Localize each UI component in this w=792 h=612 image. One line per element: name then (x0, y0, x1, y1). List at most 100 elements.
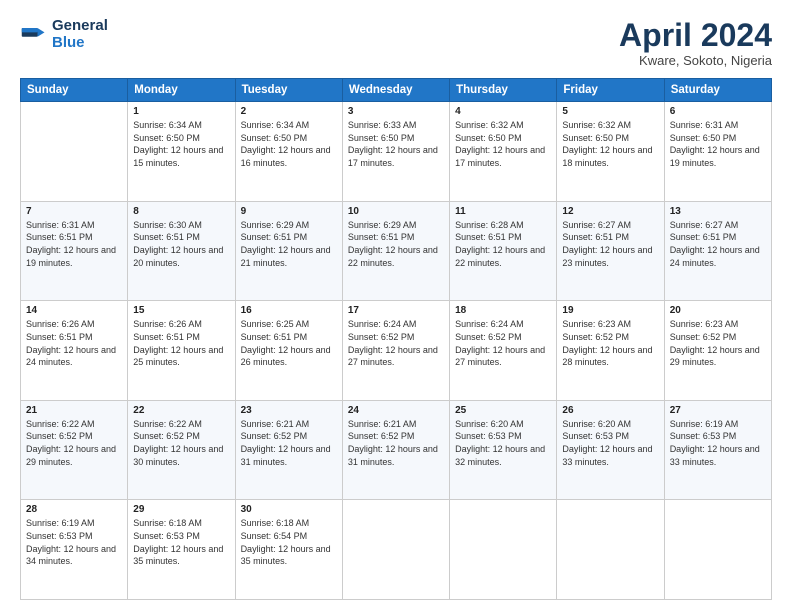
day-info: Sunrise: 6:27 AMSunset: 6:51 PMDaylight:… (562, 219, 658, 269)
week-row-5: 28 Sunrise: 6:19 AMSunset: 6:53 PMDayligh… (21, 500, 772, 600)
day-number: 30 (241, 504, 337, 515)
calendar-cell: 26Sunrise: 6:20 AMSunset: 6:53 PMDayligh… (557, 400, 664, 500)
day-info: Sunrise: 6:19 AMSunset: 6:53 PMDaylight:… (670, 418, 766, 468)
day-info: Sunrise: 6:24 AMSunset: 6:52 PMDaylight:… (348, 318, 444, 368)
day-info: Sunrise: 6:26 AMSunset: 6:51 PMDaylight:… (26, 318, 122, 368)
day-info: Sunrise: 6:19 AMSunset: 6:53 PMDaylight:… (26, 517, 122, 567)
day-info: Sunrise: 6:29 AMSunset: 6:51 PMDaylight:… (241, 219, 337, 269)
calendar-cell: 14 Sunrise: 6:26 AMSunset: 6:51 PMDayligh… (21, 301, 128, 401)
calendar-cell: 9 Sunrise: 6:29 AMSunset: 6:51 PMDaylight… (235, 201, 342, 301)
calendar-cell: 3Sunrise: 6:33 AMSunset: 6:50 PMDaylight… (342, 102, 449, 202)
day-number: 1 (133, 106, 229, 117)
col-header-thursday: Thursday (450, 79, 557, 102)
day-info: Sunrise: 6:21 AMSunset: 6:52 PMDaylight:… (348, 418, 444, 468)
day-info: Sunrise: 6:31 AMSunset: 6:50 PMDaylight:… (670, 119, 766, 169)
day-number: 4 (455, 106, 551, 117)
day-number: 5 (562, 106, 658, 117)
calendar-cell: 5 Sunrise: 6:32 AMSunset: 6:50 PMDaylight… (557, 102, 664, 202)
day-number: 21 (26, 405, 122, 416)
calendar-cell: 23Sunrise: 6:21 AMSunset: 6:52 PMDayligh… (235, 400, 342, 500)
calendar-cell: 21 Sunrise: 6:22 AMSunset: 6:52 PMDayligh… (21, 400, 128, 500)
day-info: Sunrise: 6:21 AMSunset: 6:52 PMDaylight:… (241, 418, 337, 468)
calendar-cell (342, 500, 449, 600)
day-info: Sunrise: 6:34 AMSunset: 6:50 PMDaylight:… (133, 119, 229, 169)
title-block: April 2024 Kware, Sokoto, Nigeria (619, 18, 772, 68)
calendar-cell (450, 500, 557, 600)
day-number: 14 (26, 305, 122, 316)
day-info: Sunrise: 6:30 AMSunset: 6:51 PMDaylight:… (133, 219, 229, 269)
day-number: 22 (133, 405, 229, 416)
day-info: Sunrise: 6:28 AMSunset: 6:51 PMDaylight:… (455, 219, 551, 269)
day-info: Sunrise: 6:29 AMSunset: 6:51 PMDaylight:… (348, 219, 444, 269)
day-info: Sunrise: 6:32 AMSunset: 6:50 PMDaylight:… (562, 119, 658, 169)
col-header-tuesday: Tuesday (235, 79, 342, 102)
calendar-cell: 17 Sunrise: 6:24 AMSunset: 6:52 PMDayligh… (342, 301, 449, 401)
day-number: 7 (26, 206, 122, 217)
calendar-cell: 7 Sunrise: 6:31 AMSunset: 6:51 PMDaylight… (21, 201, 128, 301)
week-row-2: 7 Sunrise: 6:31 AMSunset: 6:51 PMDaylight… (21, 201, 772, 301)
calendar-cell: 4 Sunrise: 6:32 AMSunset: 6:50 PMDaylight… (450, 102, 557, 202)
day-info: Sunrise: 6:23 AMSunset: 6:52 PMDaylight:… (670, 318, 766, 368)
calendar-cell: 16 Sunrise: 6:25 AMSunset: 6:51 PMDayligh… (235, 301, 342, 401)
logo-icon (20, 21, 48, 49)
location-subtitle: Kware, Sokoto, Nigeria (619, 53, 772, 68)
day-number: 9 (241, 206, 337, 217)
day-number: 28 (26, 504, 122, 515)
logo-line1: General (52, 18, 108, 35)
calendar-cell: 27Sunrise: 6:19 AMSunset: 6:53 PMDayligh… (664, 400, 771, 500)
header: General Blue April 2024 Kware, Sokoto, N… (20, 18, 772, 68)
col-header-monday: Monday (128, 79, 235, 102)
day-number: 6 (670, 106, 766, 117)
day-number: 26 (562, 405, 658, 416)
calendar-cell: 25Sunrise: 6:20 AMSunset: 6:53 PMDayligh… (450, 400, 557, 500)
calendar-cell (21, 102, 128, 202)
calendar-cell: 30 Sunrise: 6:18 AMSunset: 6:54 PMDayligh… (235, 500, 342, 600)
calendar-cell: 12 Sunrise: 6:27 AMSunset: 6:51 PMDayligh… (557, 201, 664, 301)
day-number: 2 (241, 106, 337, 117)
day-number: 16 (241, 305, 337, 316)
main-title: April 2024 (619, 18, 772, 53)
calendar-cell: 20 Sunrise: 6:23 AMSunset: 6:52 PMDayligh… (664, 301, 771, 401)
calendar-cell: 10 Sunrise: 6:29 AMSunset: 6:51 PMDayligh… (342, 201, 449, 301)
calendar-cell: 13 Sunrise: 6:27 AMSunset: 6:51 PMDayligh… (664, 201, 771, 301)
col-header-saturday: Saturday (664, 79, 771, 102)
day-info: Sunrise: 6:24 AMSunset: 6:52 PMDaylight:… (455, 318, 551, 368)
logo-line2: Blue (52, 35, 108, 52)
logo: General Blue (20, 18, 108, 51)
day-number: 13 (670, 206, 766, 217)
week-row-3: 14 Sunrise: 6:26 AMSunset: 6:51 PMDayligh… (21, 301, 772, 401)
page: General Blue April 2024 Kware, Sokoto, N… (0, 0, 792, 612)
day-info: Sunrise: 6:25 AMSunset: 6:51 PMDaylight:… (241, 318, 337, 368)
calendar-cell: 2Sunrise: 6:34 AMSunset: 6:50 PMDaylight… (235, 102, 342, 202)
day-info: Sunrise: 6:27 AMSunset: 6:51 PMDaylight:… (670, 219, 766, 269)
calendar-cell: 6 Sunrise: 6:31 AMSunset: 6:50 PMDaylight… (664, 102, 771, 202)
day-info: Sunrise: 6:31 AMSunset: 6:51 PMDaylight:… (26, 219, 122, 269)
day-info: Sunrise: 6:22 AMSunset: 6:52 PMDaylight:… (26, 418, 122, 468)
day-number: 10 (348, 206, 444, 217)
week-row-4: 21 Sunrise: 6:22 AMSunset: 6:52 PMDayligh… (21, 400, 772, 500)
calendar-cell: 29Sunrise: 6:18 AMSunset: 6:53 PMDayligh… (128, 500, 235, 600)
calendar-cell: 22 Sunrise: 6:22 AMSunset: 6:52 PMDayligh… (128, 400, 235, 500)
calendar-cell: 15Sunrise: 6:26 AMSunset: 6:51 PMDayligh… (128, 301, 235, 401)
day-info: Sunrise: 6:23 AMSunset: 6:52 PMDaylight:… (562, 318, 658, 368)
calendar-cell (557, 500, 664, 600)
header-row: SundayMondayTuesdayWednesdayThursdayFrid… (21, 79, 772, 102)
day-number: 15 (133, 305, 229, 316)
col-header-wednesday: Wednesday (342, 79, 449, 102)
calendar-cell: 28 Sunrise: 6:19 AMSunset: 6:53 PMDayligh… (21, 500, 128, 600)
day-number: 17 (348, 305, 444, 316)
col-header-friday: Friday (557, 79, 664, 102)
day-info: Sunrise: 6:22 AMSunset: 6:52 PMDaylight:… (133, 418, 229, 468)
day-number: 11 (455, 206, 551, 217)
calendar-cell: 11 Sunrise: 6:28 AMSunset: 6:51 PMDayligh… (450, 201, 557, 301)
day-number: 29 (133, 504, 229, 515)
day-number: 19 (562, 305, 658, 316)
day-info: Sunrise: 6:18 AMSunset: 6:54 PMDaylight:… (241, 517, 337, 567)
day-number: 12 (562, 206, 658, 217)
day-number: 20 (670, 305, 766, 316)
calendar-cell: 19 Sunrise: 6:23 AMSunset: 6:52 PMDayligh… (557, 301, 664, 401)
day-number: 18 (455, 305, 551, 316)
calendar-table: SundayMondayTuesdayWednesdayThursdayFrid… (20, 78, 772, 600)
day-info: Sunrise: 6:32 AMSunset: 6:50 PMDaylight:… (455, 119, 551, 169)
day-info: Sunrise: 6:33 AMSunset: 6:50 PMDaylight:… (348, 119, 444, 169)
